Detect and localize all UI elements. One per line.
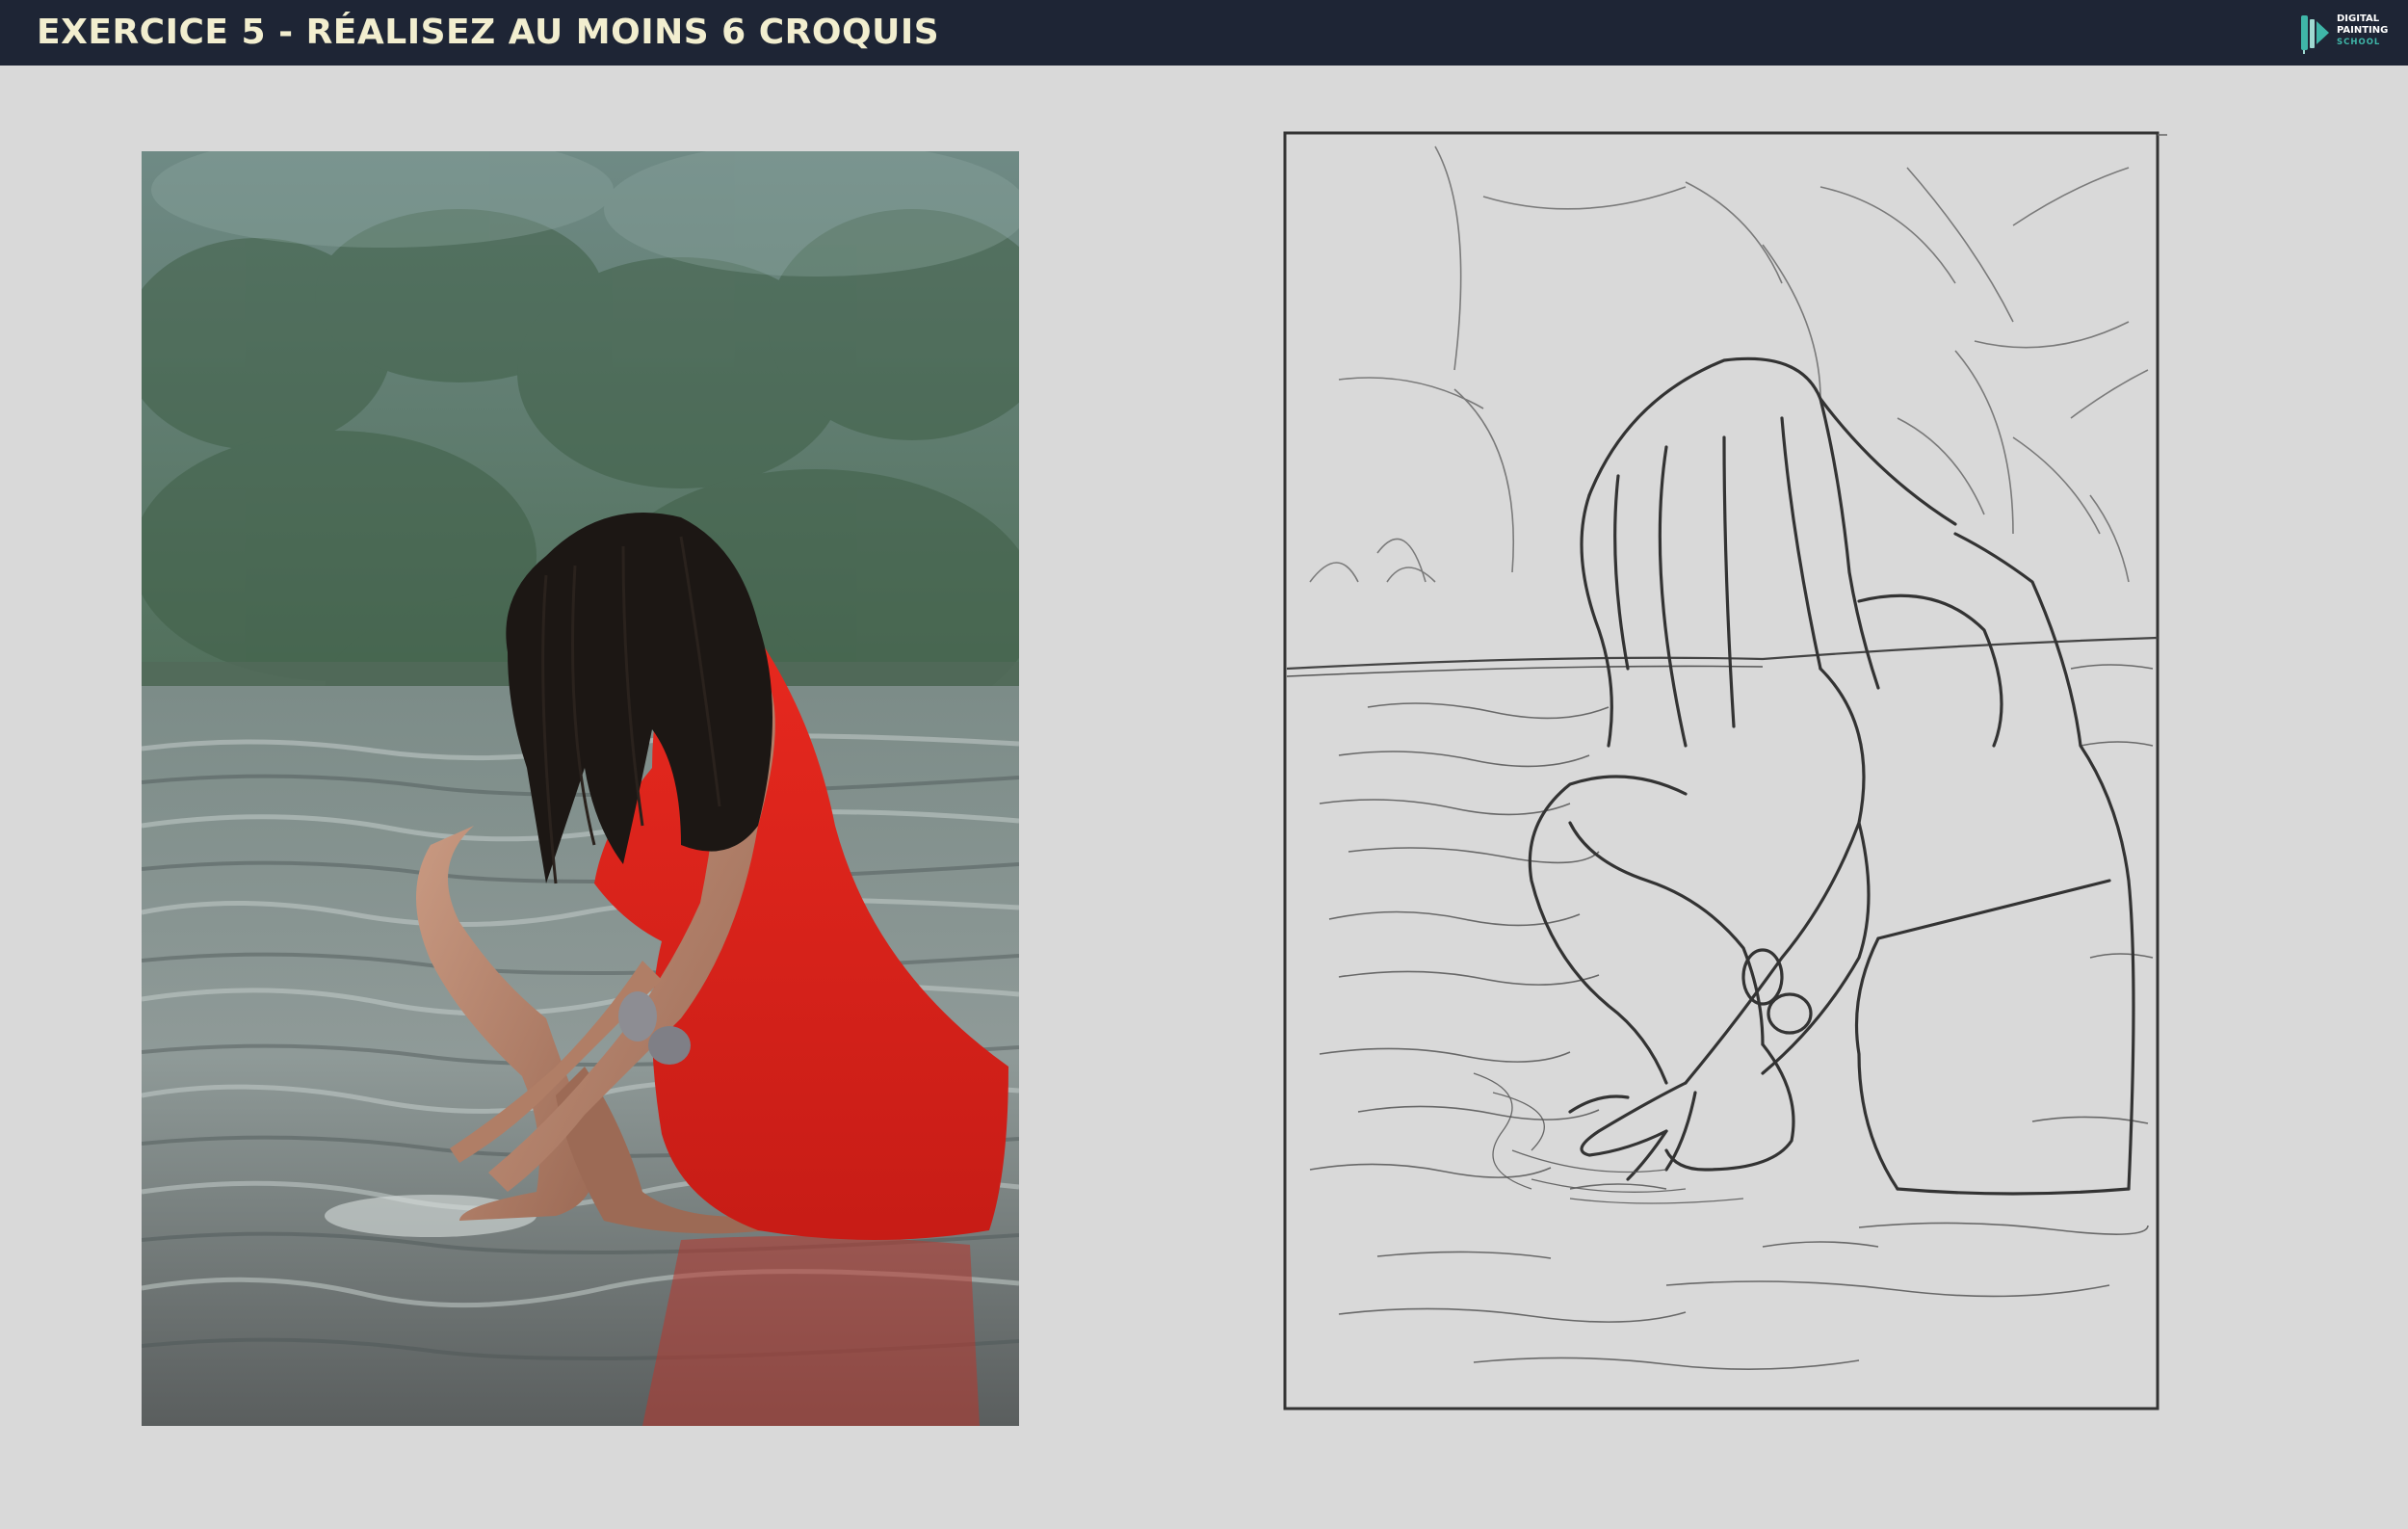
reference-photo bbox=[142, 151, 1019, 1426]
logo-icon bbox=[2301, 15, 2329, 54]
exercise-title: EXERCICE 5 - RÉALISEZ AU MOINS 6 CROQUIS bbox=[37, 13, 940, 52]
logo-text-painting: PAINTING bbox=[2337, 25, 2389, 36]
digital-painting-school-logo: DIGITAL PAINTING SCHOOL bbox=[2298, 10, 2395, 56]
logo-text-school: SCHOOL bbox=[2337, 38, 2381, 47]
line-sketch bbox=[1283, 131, 2167, 1410]
logo-text-digital: DIGITAL bbox=[2337, 13, 2380, 24]
header-bar: EXERCICE 5 - RÉALISEZ AU MOINS 6 CROQUIS… bbox=[0, 0, 2408, 66]
